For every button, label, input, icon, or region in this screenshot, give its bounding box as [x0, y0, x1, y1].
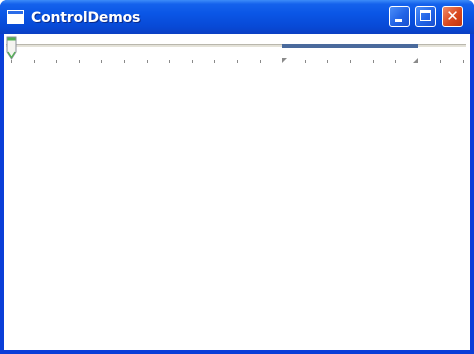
- slider-tick: [56, 60, 57, 63]
- slider-tick: [237, 60, 238, 63]
- slider-tick: [79, 60, 80, 63]
- slider[interactable]: [4, 34, 470, 68]
- slider-tick: [34, 60, 35, 63]
- application-window: ControlDemos ✕: [0, 0, 474, 354]
- maximize-icon: [420, 10, 431, 21]
- selection-start-marker: [282, 58, 287, 63]
- slider-tick: [101, 60, 102, 63]
- window-title: ControlDemos: [31, 10, 141, 26]
- maximize-button[interactable]: [415, 6, 436, 27]
- slider-tick: [147, 60, 148, 63]
- close-button[interactable]: ✕: [442, 6, 463, 27]
- minimize-button[interactable]: [389, 6, 410, 27]
- slider-thumb[interactable]: [6, 36, 17, 60]
- slider-tick: [124, 60, 125, 63]
- window-content: [4, 34, 470, 350]
- slider-tick: [11, 60, 12, 63]
- slider-tick: [440, 60, 441, 63]
- slider-tick: [305, 60, 306, 63]
- slider-selection-range: [282, 44, 418, 48]
- slider-tick: [169, 60, 170, 63]
- slider-tick: [214, 60, 215, 63]
- title-bar[interactable]: ControlDemos ✕: [0, 0, 474, 34]
- close-icon: ✕: [446, 7, 459, 25]
- selection-end-marker: [413, 58, 418, 63]
- slider-tick: [395, 60, 396, 63]
- slider-tick: [327, 60, 328, 63]
- slider-tick: [192, 60, 193, 63]
- slider-tick: [463, 60, 464, 63]
- slider-tick: [350, 60, 351, 63]
- window-icon[interactable]: [7, 10, 24, 24]
- minimize-icon: [395, 19, 402, 22]
- slider-tick: [373, 60, 374, 63]
- slider-tick: [260, 60, 261, 63]
